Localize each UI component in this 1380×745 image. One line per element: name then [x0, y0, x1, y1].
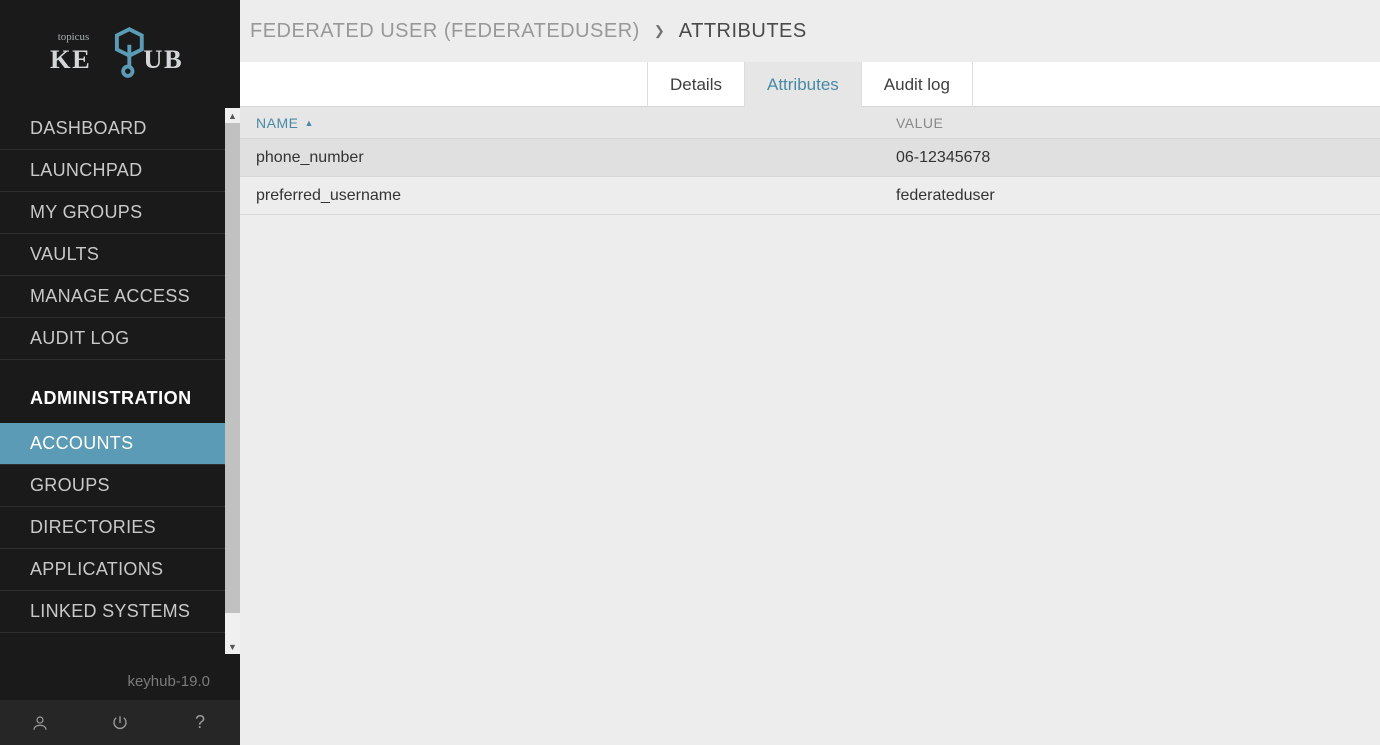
column-header-name-label: NAME	[256, 115, 298, 131]
sidebar-section-administration: ADMINISTRATION	[0, 360, 225, 423]
sidebar-item-dashboard[interactable]: DASHBOARD	[0, 108, 225, 150]
logo-brand-top: topicus	[58, 31, 89, 43]
table-row[interactable]: preferred_usernamefederateduser	[240, 177, 1380, 215]
sidebar-scrollbar[interactable]: ▲ ▼	[225, 108, 240, 654]
breadcrumb: FEDERATED USER (FEDERATEDUSER) ❯ ATTRIBU…	[240, 0, 1380, 62]
tab-attributes[interactable]: Attributes	[745, 62, 862, 107]
sidebar-item-vaults[interactable]: VAULTS	[0, 234, 225, 276]
power-button[interactable]	[80, 700, 159, 745]
logo[interactable]: topicus KE UB	[0, 0, 240, 108]
table-row[interactable]: phone_number06-12345678	[240, 139, 1380, 177]
sidebar-item-manage-access[interactable]: MANAGE ACCESS	[0, 276, 225, 318]
column-header-value-label: VALUE	[896, 115, 943, 131]
scroll-thumb[interactable]	[225, 123, 240, 613]
sidebar-item-my-groups[interactable]: MY GROUPS	[0, 192, 225, 234]
sort-asc-icon: ▲	[304, 118, 313, 128]
svg-text:KE: KE	[50, 44, 91, 74]
tab-details[interactable]: Details	[648, 62, 745, 107]
power-icon	[114, 716, 126, 728]
breadcrumb-parent[interactable]: FEDERATED USER (FEDERATEDUSER)	[250, 20, 640, 43]
user-icon	[34, 717, 46, 730]
chevron-right-icon: ❯	[654, 23, 665, 39]
sidebar-item-audit-log[interactable]: AUDIT LOG	[0, 318, 225, 360]
sidebar-item-directories[interactable]: DIRECTORIES	[0, 507, 225, 549]
svg-text:UB: UB	[143, 44, 183, 74]
scroll-up-icon[interactable]: ▲	[225, 108, 240, 123]
attr-value: 06-12345678	[896, 149, 1380, 167]
question-icon: ?	[195, 712, 205, 733]
scroll-down-icon[interactable]: ▼	[225, 639, 240, 654]
attr-name: preferred_username	[240, 187, 896, 205]
sidebar-item-accounts[interactable]: ACCOUNTS	[0, 423, 225, 465]
help-button[interactable]: ?	[160, 700, 239, 745]
column-header-value[interactable]: VALUE	[896, 115, 1380, 131]
sidebar-nav: DASHBOARDLAUNCHPADMY GROUPSVAULTSMANAGE …	[0, 108, 225, 657]
main-content: FEDERATED USER (FEDERATEDUSER) ❯ ATTRIBU…	[240, 0, 1380, 745]
sidebar-item-groups[interactable]: GROUPS	[0, 465, 225, 507]
profile-button[interactable]	[0, 700, 79, 745]
version-label: keyhub-19.0	[0, 657, 240, 700]
attr-value: federateduser	[896, 187, 1380, 205]
breadcrumb-current: ATTRIBUTES	[679, 20, 807, 43]
sidebar: topicus KE UB DASHBOARDLAUNCHPADMY GROUP…	[0, 0, 240, 745]
sidebar-item-launchpad[interactable]: LAUNCHPAD	[0, 150, 225, 192]
sidebar-item-applications[interactable]: APPLICATIONS	[0, 549, 225, 591]
column-header-name[interactable]: NAME ▲	[240, 115, 896, 131]
sidebar-item-linked-systems[interactable]: LINKED SYSTEMS	[0, 591, 225, 633]
attr-name: phone_number	[240, 149, 896, 167]
table-body: phone_number06-12345678preferred_usernam…	[240, 139, 1380, 215]
table-header: NAME ▲ VALUE	[240, 107, 1380, 139]
bottom-bar: ?	[0, 700, 240, 745]
tab-bar: DetailsAttributesAudit log	[240, 62, 1380, 107]
tab-audit-log[interactable]: Audit log	[862, 62, 973, 107]
